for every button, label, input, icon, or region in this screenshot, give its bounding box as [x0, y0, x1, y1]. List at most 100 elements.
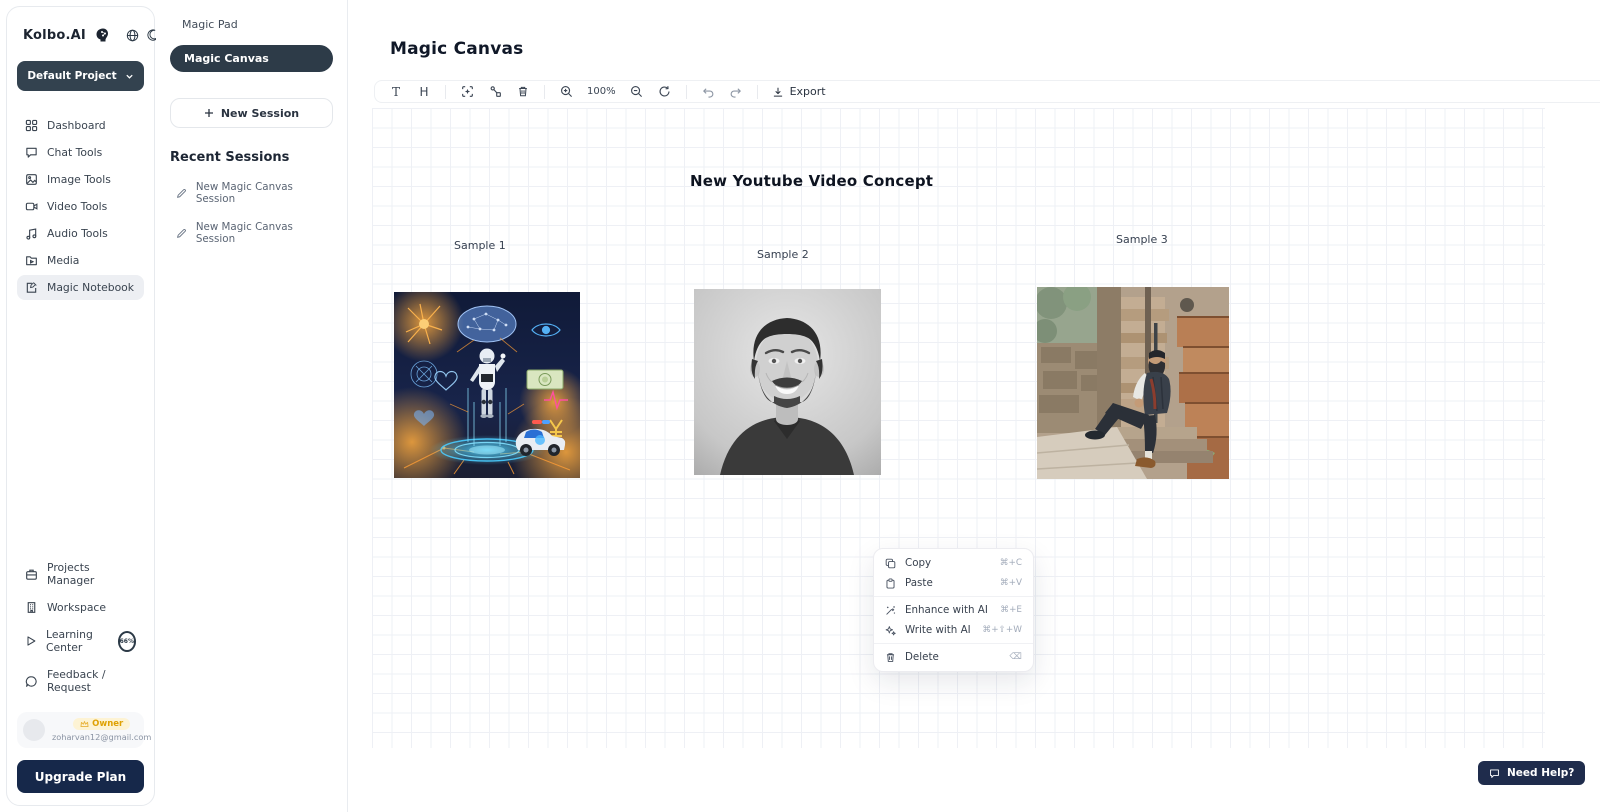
sidebar-item-label: Feedback / Request	[47, 668, 136, 694]
new-session-button[interactable]: New Session	[170, 98, 333, 128]
upgrade-plan-label: Upgrade Plan	[35, 770, 126, 784]
pencil-icon	[176, 188, 187, 199]
sidebar-item-video-tools[interactable]: Video Tools	[17, 194, 144, 219]
sidebar-item-feedback[interactable]: Feedback / Request	[17, 662, 144, 700]
board-title-text[interactable]: New Youtube Video Concept	[690, 172, 933, 190]
context-menu-shortcut: ⌘+C	[1000, 558, 1022, 568]
context-menu-shortcut: ⌘+⇧+W	[982, 625, 1022, 635]
upgrade-plan-button[interactable]: Upgrade Plan	[17, 760, 144, 793]
trash-icon	[517, 85, 529, 98]
session-list-item[interactable]: New Magic Canvas Session	[170, 221, 333, 245]
zoom-out-icon	[630, 85, 643, 98]
avatar	[23, 719, 45, 741]
recent-sessions-list: New Magic Canvas Session New Magic Canva…	[170, 181, 333, 245]
owner-role-badge: Owner	[73, 718, 130, 730]
sidebar-item-dashboard[interactable]: Dashboard	[17, 113, 144, 138]
context-menu-copy[interactable]: Copy ⌘+C	[874, 553, 1033, 573]
sidebar-item-image-tools[interactable]: Image Tools	[17, 167, 144, 192]
project-selector[interactable]: Default Project	[17, 61, 144, 91]
trash-icon	[885, 652, 896, 663]
sidebar-nav: Dashboard Chat Tools Image Tools Video T…	[17, 113, 144, 300]
sample-2-label[interactable]: Sample 2	[757, 248, 809, 261]
context-menu-shortcut: ⌫	[1010, 652, 1022, 662]
video-camera-icon	[25, 200, 38, 213]
zoom-out-button[interactable]	[626, 83, 648, 100]
sidebar-item-audio-tools[interactable]: Audio Tools	[17, 221, 144, 246]
sidebar-item-label: Projects Manager	[47, 561, 136, 587]
zoom-in-button[interactable]	[555, 83, 577, 100]
tab-magic-pad[interactable]: Magic Pad	[170, 16, 333, 33]
play-icon	[25, 635, 37, 647]
divider	[445, 85, 446, 99]
language-globe-icon[interactable]	[126, 29, 139, 42]
sample-3-label[interactable]: Sample 3	[1116, 233, 1168, 246]
text-tool-button[interactable]: T	[385, 83, 407, 100]
rotate-icon	[658, 85, 671, 98]
context-menu-shortcut: ⌘+V	[1000, 578, 1022, 588]
brain-logo-icon	[94, 27, 110, 43]
page-title: Magic Canvas	[390, 39, 524, 59]
ai-scan-icon	[461, 85, 474, 98]
context-menu-paste[interactable]: Paste ⌘+V	[874, 573, 1033, 593]
context-menu-label: Delete	[905, 651, 1001, 663]
delete-tool-button[interactable]	[512, 83, 534, 100]
zoom-in-icon	[560, 85, 573, 98]
redo-icon	[729, 86, 743, 98]
sample-1-image[interactable]	[394, 292, 580, 478]
redo-button[interactable]	[725, 83, 747, 100]
download-icon	[772, 86, 784, 98]
sidebar-item-label: Workspace	[47, 601, 106, 614]
sidebar-item-workspace[interactable]: Workspace	[17, 595, 144, 620]
sample-1-label[interactable]: Sample 1	[454, 239, 506, 252]
sidebar-item-media[interactable]: Media	[17, 248, 144, 273]
sidebar-item-projects-manager[interactable]: Projects Manager	[17, 555, 144, 593]
context-menu-write-with-ai[interactable]: Write with AI ⌘+⇧+W	[874, 620, 1033, 640]
need-help-button[interactable]: Need Help?	[1478, 761, 1585, 785]
reset-view-button[interactable]	[654, 83, 676, 100]
zoom-level[interactable]: 100%	[583, 86, 620, 97]
media-folder-icon	[25, 254, 38, 267]
sparkles-icon	[885, 625, 896, 636]
undo-button[interactable]	[697, 83, 719, 100]
heading-tool-button[interactable]: H	[413, 83, 435, 100]
context-menu-delete[interactable]: Delete ⌫	[874, 647, 1033, 667]
new-session-label: New Session	[221, 107, 299, 120]
export-button[interactable]: Export	[768, 85, 830, 98]
tab-magic-canvas[interactable]: Magic Canvas	[170, 45, 333, 72]
user-account-card[interactable]: Owner zoharvan12@gmail.com	[17, 712, 144, 748]
building-icon	[25, 601, 38, 614]
chat-bubble-icon	[25, 146, 38, 159]
divider	[874, 643, 1033, 644]
logo-row: Kolbo.AI	[17, 19, 144, 45]
sidebar-item-label: Magic Notebook	[47, 281, 134, 294]
sidebar-item-learning-center[interactable]: Learning Center 66%	[17, 622, 144, 660]
ai-select-button[interactable]	[456, 83, 478, 100]
tab-magic-pad-label: Magic Pad	[182, 18, 238, 31]
context-menu-label: Paste	[905, 577, 991, 589]
divider	[544, 85, 545, 99]
context-menu-enhance-with-ai[interactable]: Enhance with AI ⌘+E	[874, 600, 1033, 620]
session-list-item[interactable]: New Magic Canvas Session	[170, 181, 333, 205]
sidebar-item-label: Chat Tools	[47, 146, 102, 159]
need-help-label: Need Help?	[1507, 767, 1574, 779]
session-item-label: New Magic Canvas Session	[196, 181, 333, 205]
context-menu: Copy ⌘+C Paste ⌘+V Enhance with AI ⌘+E W…	[873, 548, 1034, 672]
sample-2-image[interactable]	[694, 289, 881, 475]
help-chat-icon	[1489, 768, 1500, 779]
crown-icon	[80, 720, 89, 728]
notebook-pencil-icon	[25, 281, 38, 294]
project-selector-label: Default Project	[27, 70, 116, 82]
sidebar-item-magic-notebook[interactable]: Magic Notebook	[17, 275, 144, 300]
plus-icon	[204, 108, 214, 118]
sidebar-item-label: Learning Center	[46, 628, 107, 654]
chevron-down-icon	[125, 72, 134, 81]
sidebar-item-chat-tools[interactable]: Chat Tools	[17, 140, 144, 165]
copy-icon	[885, 558, 896, 569]
sidebar-item-label: Media	[47, 254, 79, 267]
sample-3-image[interactable]	[1037, 287, 1229, 479]
connector-tool-button[interactable]	[484, 83, 506, 100]
context-menu-shortcut: ⌘+E	[1000, 605, 1022, 615]
learning-progress-badge: 66%	[118, 631, 136, 652]
context-menu-label: Enhance with AI	[905, 604, 991, 616]
dashboard-grid-icon	[25, 119, 38, 132]
